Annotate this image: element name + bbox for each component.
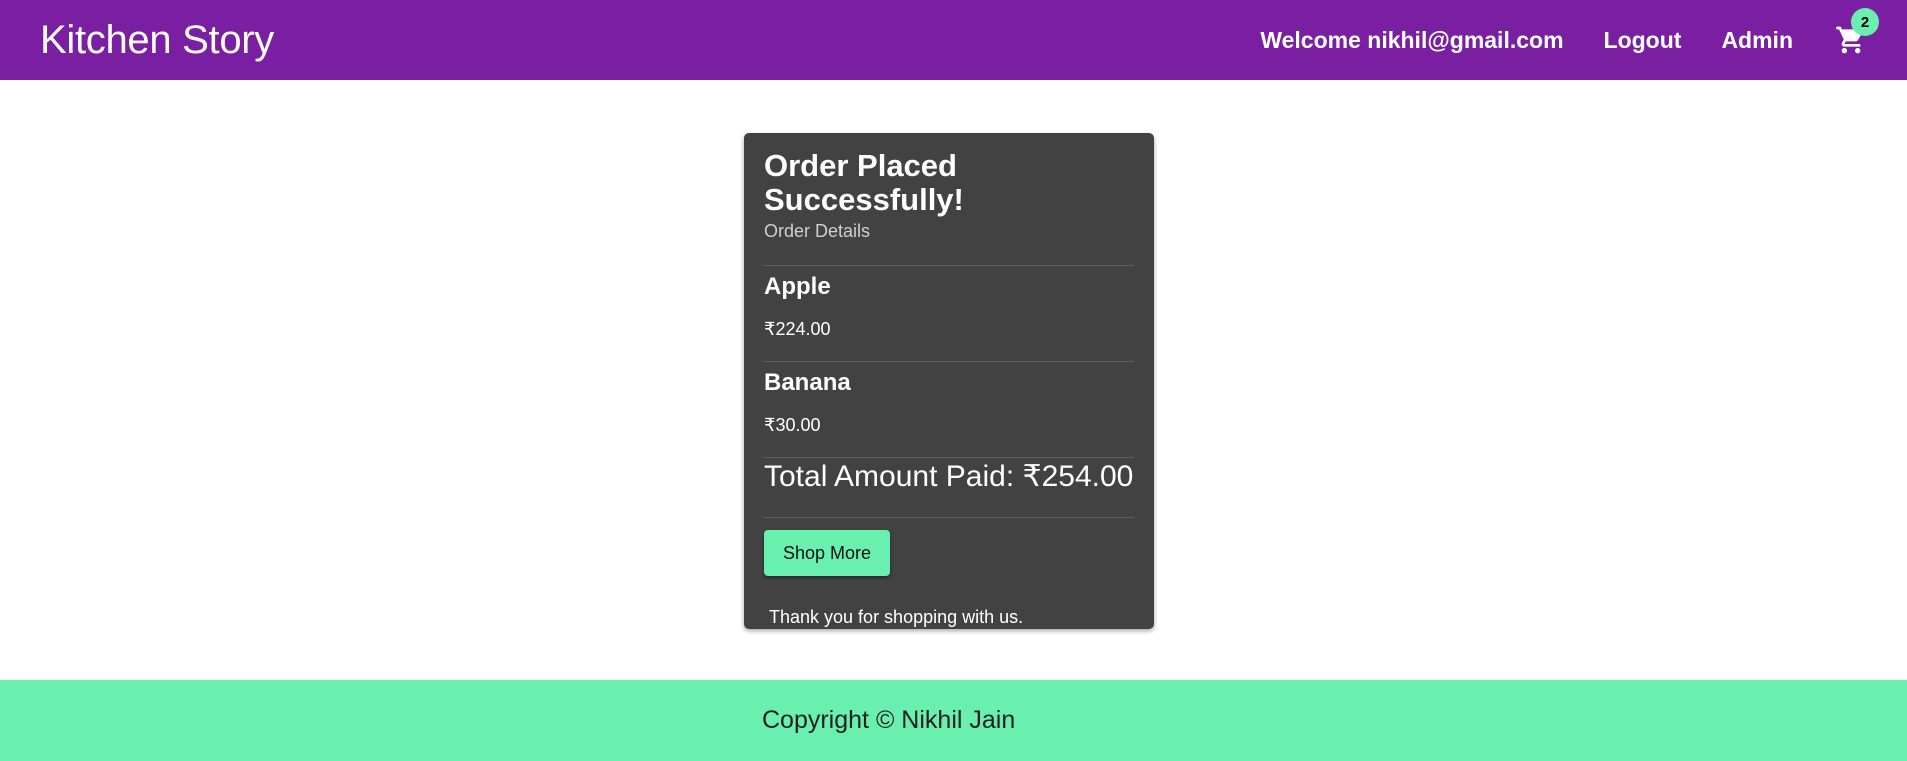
admin-link[interactable]: Admin [1721,27,1793,54]
cart-button[interactable]: 2 [1835,8,1879,56]
total-amount-paid: Total Amount Paid: ₹254.00 [764,460,1134,493]
logout-link[interactable]: Logout [1604,27,1682,54]
cart-count-badge: 2 [1851,8,1879,36]
nav-right-group: Welcome nikhil@gmail.com Logout Admin 2 [1260,8,1879,56]
welcome-user-text: Welcome nikhil@gmail.com [1260,26,1564,53]
top-navbar: Kitchen Story Welcome nikhil@gmail.com L… [0,0,1907,80]
divider [764,361,1134,362]
order-summary-card: Order Placed Successfully! Order Details… [744,133,1154,629]
divider [764,265,1134,266]
thank-you-message: Thank you for shopping with us. [769,607,1024,627]
order-item-name: Apple [764,273,831,300]
shop-more-button[interactable]: Shop More [764,530,890,576]
copyright-text: Copyright © Nikhil Jain [762,706,1016,734]
order-item-price: ₹224.00 [764,319,831,339]
order-details-subtitle: Order Details [764,221,871,241]
order-item-price: ₹30.00 [764,415,821,435]
divider [764,517,1134,518]
order-item-name: Banana [764,369,851,396]
footer: Copyright © Nikhil Jain [0,680,1907,761]
order-item: Banana ₹30.00 [764,368,1134,436]
order-item: Apple ₹224.00 [764,272,1134,340]
brand-title[interactable]: Kitchen Story [40,18,274,63]
order-success-title: Order Placed Successfully! [764,148,964,217]
